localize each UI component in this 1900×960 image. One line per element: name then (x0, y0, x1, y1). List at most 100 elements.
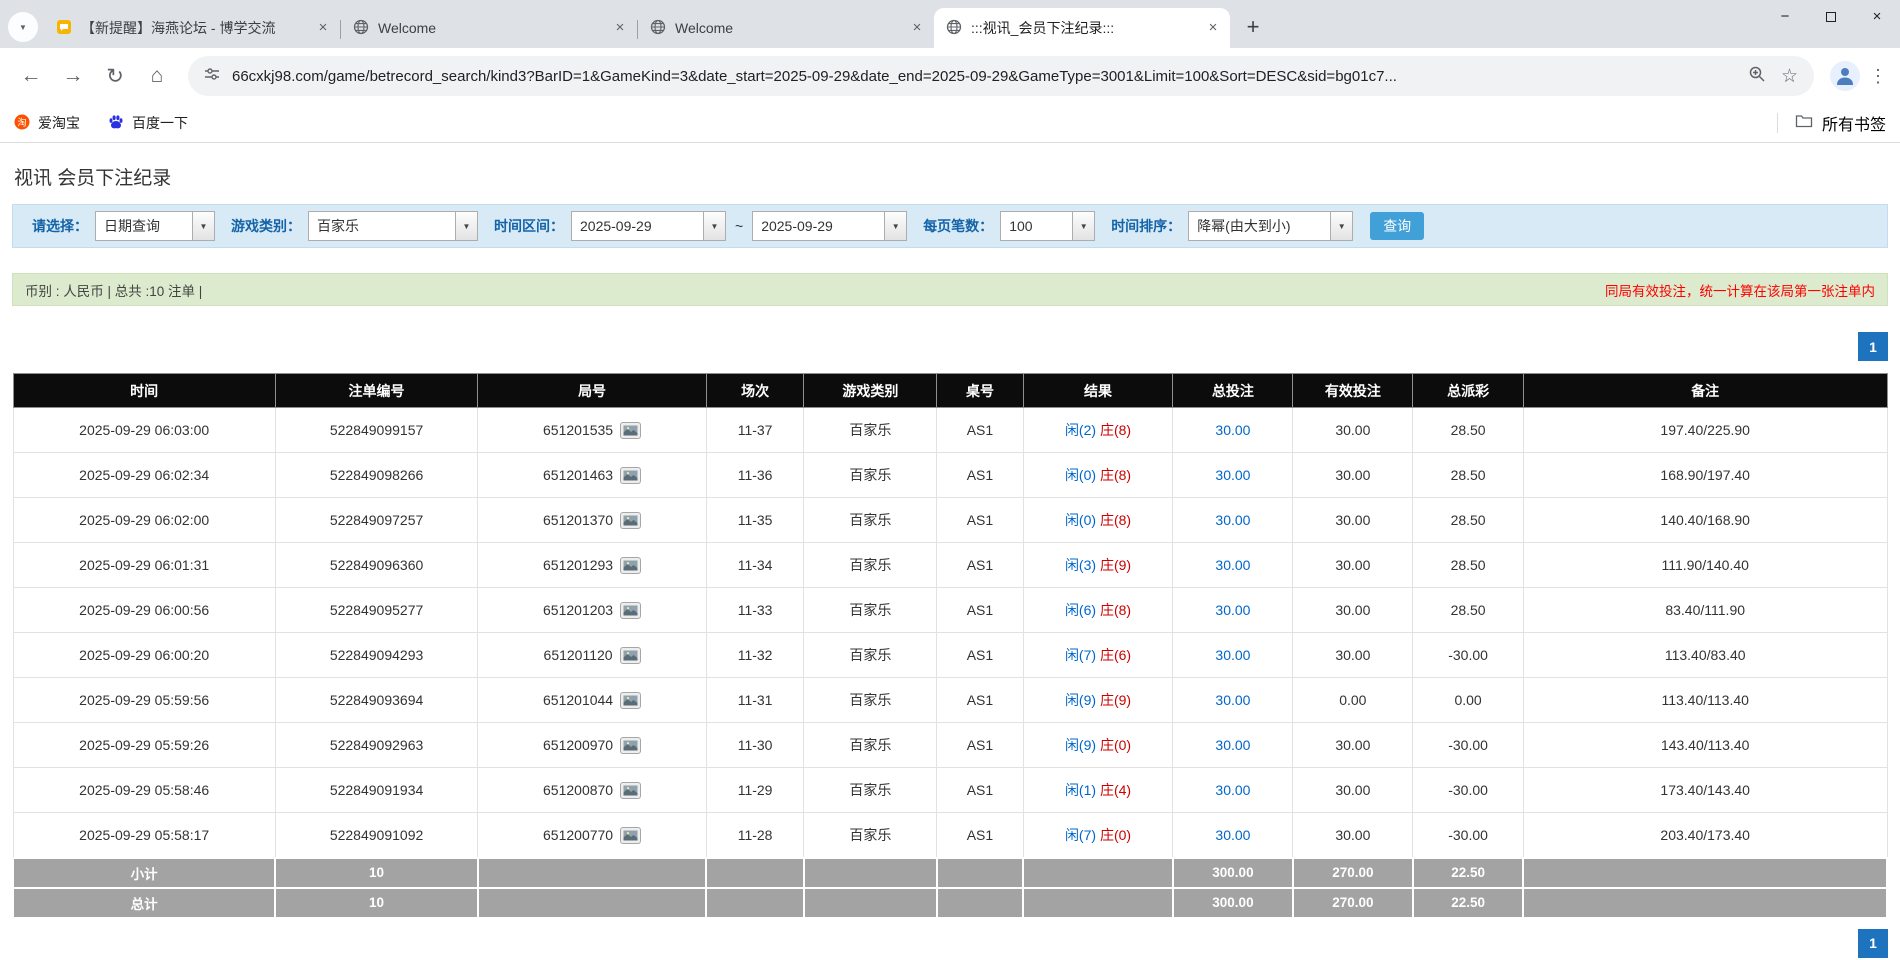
total-bet-link[interactable]: 30.00 (1215, 422, 1250, 438)
header-round: 局号 (478, 374, 707, 408)
query-type-select[interactable]: 日期查询 ▼ (95, 211, 215, 241)
chevron-down-icon[interactable]: ▼ (703, 212, 725, 240)
zoom-icon[interactable] (1748, 65, 1766, 88)
cell-game-type: 百家乐 (804, 723, 937, 768)
tab-close-icon[interactable]: × (908, 19, 926, 37)
table-row: 2025-09-29 06:02:00 522849097257 6512013… (13, 498, 1887, 543)
total-bet-link[interactable]: 30.00 (1215, 557, 1250, 573)
total-bet-link[interactable]: 30.00 (1215, 782, 1250, 798)
round-number: 651200970 (543, 737, 613, 753)
cell-total-bet: 30.00 (1173, 813, 1293, 858)
page-title: 视讯 会员下注纪录 (14, 163, 1888, 190)
cell-table-id: AS1 (937, 408, 1023, 453)
page-number-button[interactable]: 1 (1858, 332, 1888, 361)
round-replay-icon[interactable] (620, 782, 641, 799)
cell-session: 11-29 (706, 768, 803, 813)
total-bet-link[interactable]: 30.00 (1215, 602, 1250, 618)
close-button[interactable]: × (1854, 0, 1900, 33)
query-type-value: 日期查询 (96, 212, 192, 240)
url-text[interactable]: 66cxkj98.com/game/betrecord_search/kind3… (232, 68, 1736, 85)
tab-forum[interactable]: 【新提醒】海燕论坛 - 博学交流 × (44, 8, 340, 48)
cell-total-bet: 30.00 (1173, 498, 1293, 543)
total-bet-link[interactable]: 30.00 (1215, 692, 1250, 708)
page-number-button[interactable]: 1 (1858, 929, 1888, 958)
result-player: 闲(6) (1065, 602, 1096, 618)
round-replay-icon[interactable] (620, 602, 641, 619)
table-row: 2025-09-29 05:58:46 522849091934 6512008… (13, 768, 1887, 813)
profile-avatar[interactable] (1830, 61, 1860, 91)
total-bet-link[interactable]: 30.00 (1215, 467, 1250, 483)
tab-close-icon[interactable]: × (1204, 19, 1222, 37)
total-bet-link[interactable]: 30.00 (1215, 737, 1250, 753)
total-count: 10 (275, 888, 477, 918)
cell-total-bet: 30.00 (1173, 678, 1293, 723)
tab-search-button[interactable]: ▼ (8, 12, 38, 42)
round-replay-icon[interactable] (620, 647, 641, 664)
globe-icon (650, 19, 666, 38)
chevron-down-icon[interactable]: ▼ (884, 212, 906, 240)
header-game-type: 游戏类别 (804, 374, 937, 408)
cell-result: 闲(7) 庄(6) (1023, 633, 1173, 678)
game-type-value: 百家乐 (309, 212, 455, 240)
pagination-bottom: 1 (12, 929, 1888, 958)
all-bookmarks[interactable]: 所有书签 (1777, 111, 1886, 135)
cell-valid-bet: 30.00 (1293, 408, 1413, 453)
home-button[interactable]: ⌂ (136, 55, 178, 97)
cell-round: 651200770 (478, 813, 707, 858)
cell-remark: 143.40/113.40 (1523, 723, 1887, 768)
total-bet-link[interactable]: 30.00 (1215, 827, 1250, 843)
tab-bet-records-active[interactable]: :::视讯_会员下注纪录::: × (934, 8, 1230, 48)
minimize-button[interactable]: − (1762, 0, 1808, 33)
address-bar[interactable]: 66cxkj98.com/game/betrecord_search/kind3… (188, 56, 1814, 96)
tab-close-icon[interactable]: × (611, 19, 629, 37)
total-bet-link[interactable]: 30.00 (1215, 647, 1250, 663)
chevron-down-icon[interactable]: ▼ (192, 212, 214, 240)
search-button[interactable]: 查询 (1370, 212, 1424, 240)
refresh-button[interactable]: ↻ (94, 55, 136, 97)
forward-button[interactable]: → (52, 55, 94, 97)
round-replay-icon[interactable] (620, 422, 641, 439)
tab-welcome-2[interactable]: Welcome × (638, 8, 934, 48)
tab-title: Welcome (378, 20, 602, 36)
sort-order-select[interactable]: 降幂(由大到小) ▼ (1188, 211, 1353, 241)
maximize-button[interactable] (1808, 0, 1854, 33)
cell-remark: 111.90/140.40 (1523, 543, 1887, 588)
site-settings-icon[interactable] (204, 66, 220, 87)
header-result: 结果 (1023, 374, 1173, 408)
round-replay-icon[interactable] (620, 827, 641, 844)
cell-round: 651201370 (478, 498, 707, 543)
sort-order-value: 降幂(由大到小) (1189, 212, 1330, 240)
round-number: 651201535 (543, 422, 613, 438)
cell-time: 2025-09-29 06:03:00 (13, 408, 275, 453)
result-banker: 庄(0) (1100, 827, 1131, 843)
back-button[interactable]: ← (10, 55, 52, 97)
round-replay-icon[interactable] (620, 467, 641, 484)
tab-welcome-1[interactable]: Welcome × (341, 8, 637, 48)
new-tab-button[interactable]: + (1238, 12, 1268, 42)
round-replay-icon[interactable] (620, 737, 641, 754)
cell-bet-id: 522849091092 (275, 813, 477, 858)
date-end-select[interactable]: 2025-09-29 ▼ (752, 211, 907, 241)
cell-table-id: AS1 (937, 453, 1023, 498)
bookmark-star-icon[interactable]: ☆ (1781, 65, 1798, 88)
round-replay-icon[interactable] (620, 692, 641, 709)
chevron-down-icon[interactable]: ▼ (455, 212, 477, 240)
empty-cell (1523, 888, 1887, 918)
tab-close-icon[interactable]: × (314, 19, 332, 37)
bookmark-taobao[interactable]: 淘 爱淘宝 (14, 113, 80, 133)
cell-time: 2025-09-29 06:00:20 (13, 633, 275, 678)
total-label: 总计 (13, 888, 275, 918)
total-bet-link[interactable]: 30.00 (1215, 512, 1250, 528)
game-type-select[interactable]: 百家乐 ▼ (308, 211, 478, 241)
round-replay-icon[interactable] (620, 557, 641, 574)
cell-game-type: 百家乐 (804, 498, 937, 543)
chevron-down-icon[interactable]: ▼ (1072, 212, 1094, 240)
browser-menu-icon[interactable]: ⋮ (1866, 66, 1890, 87)
date-start-select[interactable]: 2025-09-29 ▼ (571, 211, 726, 241)
bookmark-baidu[interactable]: 百度一下 (108, 113, 188, 133)
cell-result: 闲(3) 庄(9) (1023, 543, 1173, 588)
tab-title: :::视讯_会员下注纪录::: (971, 18, 1195, 38)
page-size-select[interactable]: 100 ▼ (1000, 211, 1095, 241)
round-replay-icon[interactable] (620, 512, 641, 529)
chevron-down-icon[interactable]: ▼ (1330, 212, 1352, 240)
